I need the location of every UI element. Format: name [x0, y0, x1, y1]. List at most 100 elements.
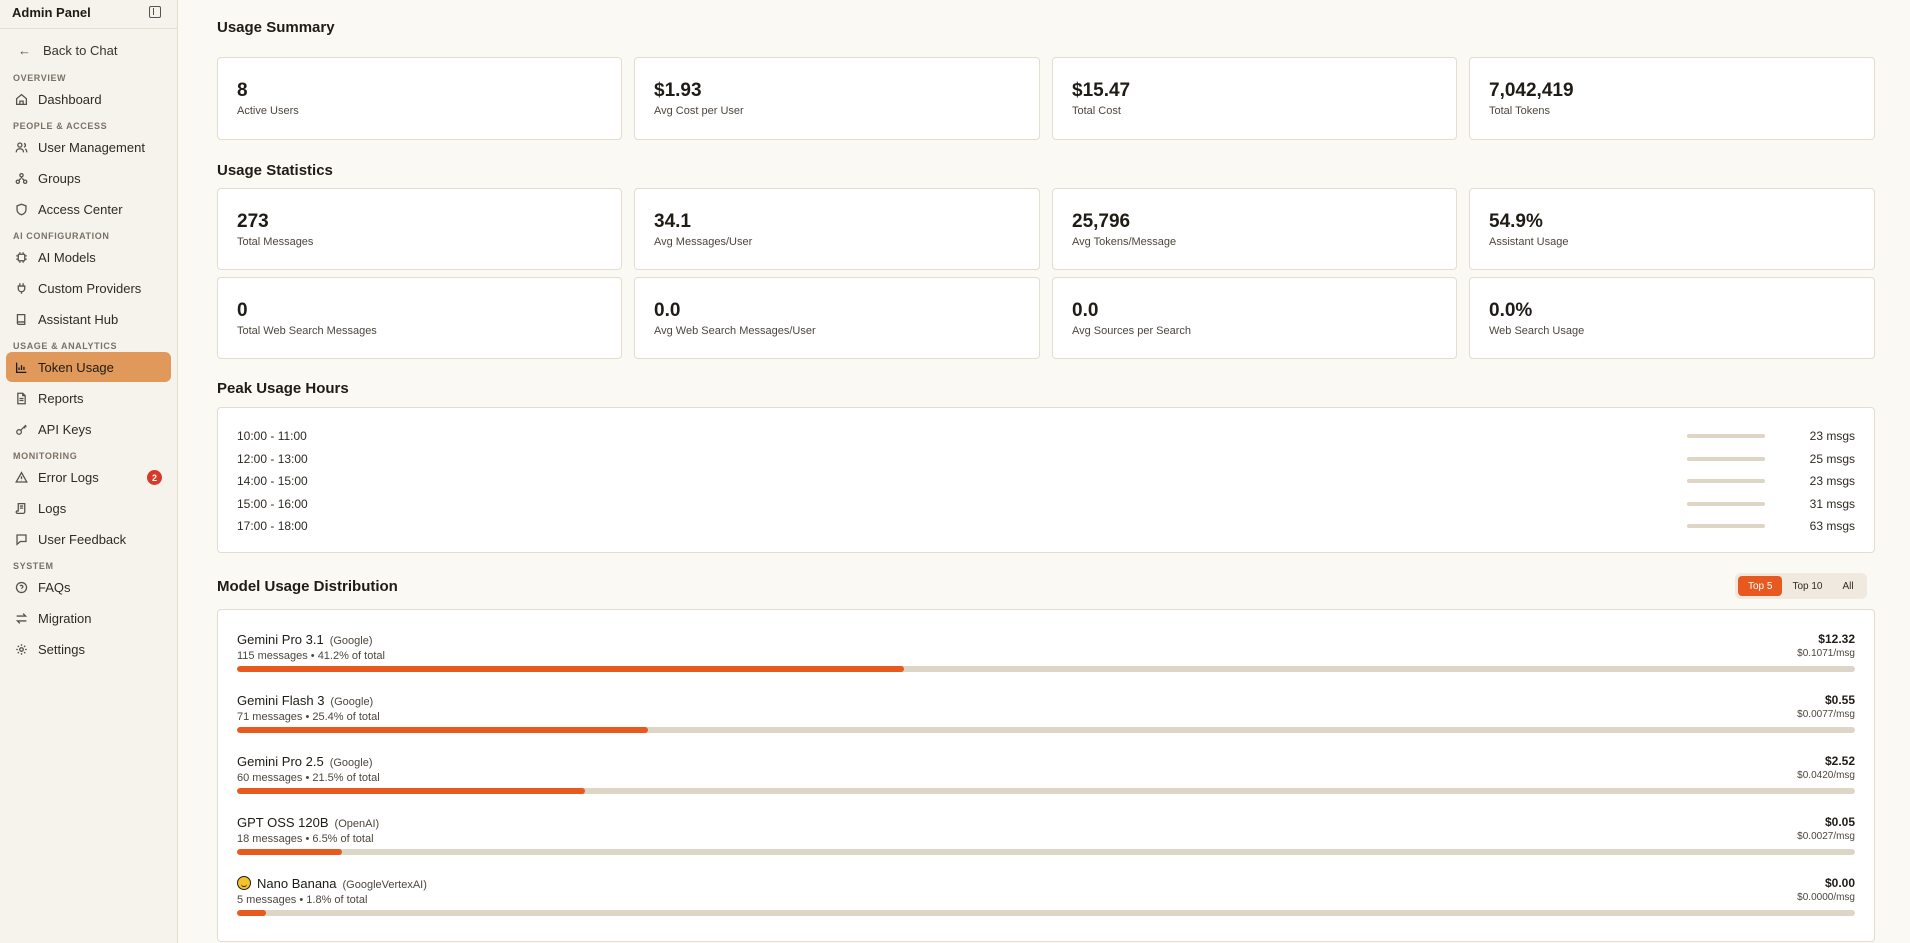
section-usage-analytics: USAGE & ANALYTICS — [13, 341, 118, 351]
stat-value: 273 — [237, 211, 269, 232]
sidebar-item-label: Error Logs — [38, 469, 99, 485]
sidebar-item-label: User Management — [38, 139, 145, 155]
model-usage-bar — [237, 788, 1855, 794]
sidebar-item-api-keys[interactable]: API Keys — [6, 414, 171, 444]
model-distribution-panel: Gemini Pro 3.1 (Google) 115 messages • 41… — [217, 609, 1875, 942]
users-icon — [14, 140, 28, 154]
model-provider: (OpenAI) — [334, 818, 380, 830]
sidebar-item-label: Custom Providers — [38, 280, 142, 296]
model-row: Gemini Flash 3 (Google) 71 messages • 25.… — [237, 693, 1855, 751]
sidebar-item-user-management[interactable]: User Management — [6, 132, 171, 162]
stat-value: 0.0 — [654, 300, 681, 321]
filter-top-10[interactable]: Top 10 — [1782, 576, 1832, 596]
model-name-line: Nano Banana (GoogleVertexAI) — [237, 876, 427, 891]
peak-usage-panel: 10:00 - 11:00 23 msgs 12:00 - 13:00 25 m… — [217, 407, 1875, 553]
sidebar-item-logs[interactable]: Logs — [6, 493, 171, 523]
peak-bar — [1687, 502, 1765, 506]
sidebar-item-groups[interactable]: Groups — [6, 163, 171, 193]
sidebar-item-faqs[interactable]: FAQs — [6, 572, 171, 602]
divider — [0, 28, 177, 29]
stat-label: Active Users — [237, 105, 299, 117]
sidebar-item-label: Token Usage — [38, 359, 114, 375]
stat-card: 54.9% Assistant Usage — [1469, 188, 1875, 270]
sidebar-title: Admin Panel — [12, 4, 91, 20]
stat-label: Avg Tokens/Message — [1072, 236, 1177, 248]
model-row: Nano Banana (GoogleVertexAI) 5 messages •… — [237, 876, 1855, 934]
stat-value: $1.93 — [654, 80, 702, 101]
sidebar-item-label: Dashboard — [38, 91, 102, 107]
model-usage-bar — [237, 727, 1855, 733]
sidebar-item-error-logs[interactable]: Error Logs 2 — [6, 462, 171, 492]
back-label: Back to Chat — [43, 42, 118, 58]
model-usage-bar — [237, 849, 1855, 855]
stat-label: Avg Messages/User — [654, 236, 753, 248]
model-cost-per-message: $0.1071/msg — [1797, 648, 1855, 659]
peak-row: 15:00 - 16:00 31 msgs — [237, 494, 1855, 514]
stat-card: 0.0% Web Search Usage — [1469, 277, 1875, 359]
sidebar-collapse-icon[interactable] — [149, 6, 161, 18]
hour-range: 17:00 - 18:00 — [237, 519, 308, 533]
sidebar-item-ai-models[interactable]: AI Models — [6, 242, 171, 272]
model-cost-per-message: $0.0000/msg — [1797, 892, 1855, 903]
peak-row: 10:00 - 11:00 23 msgs — [237, 426, 1855, 446]
section-monitoring: MONITORING — [13, 451, 78, 461]
message-square-icon — [14, 532, 28, 546]
sidebar-item-label: AI Models — [38, 249, 96, 265]
stat-value: 25,796 — [1072, 211, 1131, 232]
sidebar-item-label: Access Center — [38, 201, 123, 217]
sidebar-item-access-center[interactable]: Access Center — [6, 194, 171, 224]
stat-card: 0.0 Avg Web Search Messages/User — [634, 277, 1040, 359]
top-filter-segmented-control: Top 5 Top 10 All — [1735, 573, 1867, 599]
sidebar-item-label: Logs — [38, 500, 67, 516]
peak-bar — [1687, 479, 1765, 483]
model-name-line: Gemini Flash 3 (Google) — [237, 693, 373, 708]
stat-value: 54.9% — [1489, 211, 1543, 232]
stat-card: 0 Total Web Search Messages — [217, 277, 622, 359]
model-cost-per-message: $0.0027/msg — [1797, 831, 1855, 842]
filter-all[interactable]: All — [1833, 576, 1864, 596]
message-count: 23 msgs — [1809, 429, 1855, 443]
model-usage-bar-fill — [237, 910, 267, 916]
model-cost: $2.52 — [1824, 754, 1855, 768]
stat-label: Total Web Search Messages — [237, 325, 377, 337]
model-detail: 18 messages • 6.5% of total — [237, 833, 374, 845]
sidebar-item-migration[interactable]: Migration — [6, 603, 171, 633]
sidebar-item-custom-providers[interactable]: Custom Providers — [6, 273, 171, 303]
stat-card: 8 Active Users — [217, 57, 622, 140]
model-cost: $12.32 — [1818, 632, 1855, 646]
sidebar-item-reports[interactable]: Reports — [6, 383, 171, 413]
sidebar-item-token-usage[interactable]: Token Usage — [6, 352, 171, 382]
model-row: Gemini Pro 2.5 (Google) 60 messages • 21.… — [237, 754, 1855, 812]
back-to-chat-link[interactable]: ← Back to Chat — [0, 33, 177, 67]
section-overview: OVERVIEW — [13, 73, 67, 83]
peak-usage-title: Peak Usage Hours — [217, 380, 349, 397]
model-usage-bar — [237, 910, 1855, 916]
model-distribution-title: Model Usage Distribution — [217, 578, 398, 595]
model-usage-bar-fill — [237, 788, 585, 794]
model-cost-per-message: $0.0077/msg — [1797, 709, 1855, 720]
arrow-left-icon: ← — [18, 42, 31, 58]
sidebar-item-assistant-hub[interactable]: Assistant Hub — [6, 304, 171, 334]
error-count-badge: 2 — [147, 470, 162, 485]
hour-range: 12:00 - 13:00 — [237, 452, 308, 466]
model-detail: 5 messages • 1.8% of total — [237, 894, 368, 906]
sidebar-item-label: API Keys — [38, 421, 92, 437]
stat-value: 34.1 — [654, 211, 691, 232]
model-cost: $0.55 — [1824, 693, 1855, 707]
sidebar-item-user-feedback[interactable]: User Feedback — [6, 524, 171, 554]
model-provider: (Google) — [329, 635, 373, 647]
stat-label: Total Messages — [237, 236, 314, 248]
sidebar-item-settings[interactable]: Settings — [6, 634, 171, 664]
sidebar-item-dashboard[interactable]: Dashboard — [6, 84, 171, 114]
sidebar-header: Admin Panel — [0, 0, 177, 24]
message-count: 25 msgs — [1809, 452, 1855, 466]
warning-icon — [14, 470, 28, 484]
plug-icon — [14, 281, 28, 295]
model-usage-bar-fill — [237, 849, 343, 855]
key-icon — [14, 422, 28, 436]
model-name: Gemini Flash 3 — [237, 693, 325, 708]
filter-top-5[interactable]: Top 5 — [1738, 576, 1783, 596]
help-circle-icon — [14, 580, 28, 594]
model-row: Gemini Pro 3.1 (Google) 115 messages • 41… — [237, 632, 1855, 690]
model-name: Gemini Pro 3.1 — [237, 632, 324, 647]
